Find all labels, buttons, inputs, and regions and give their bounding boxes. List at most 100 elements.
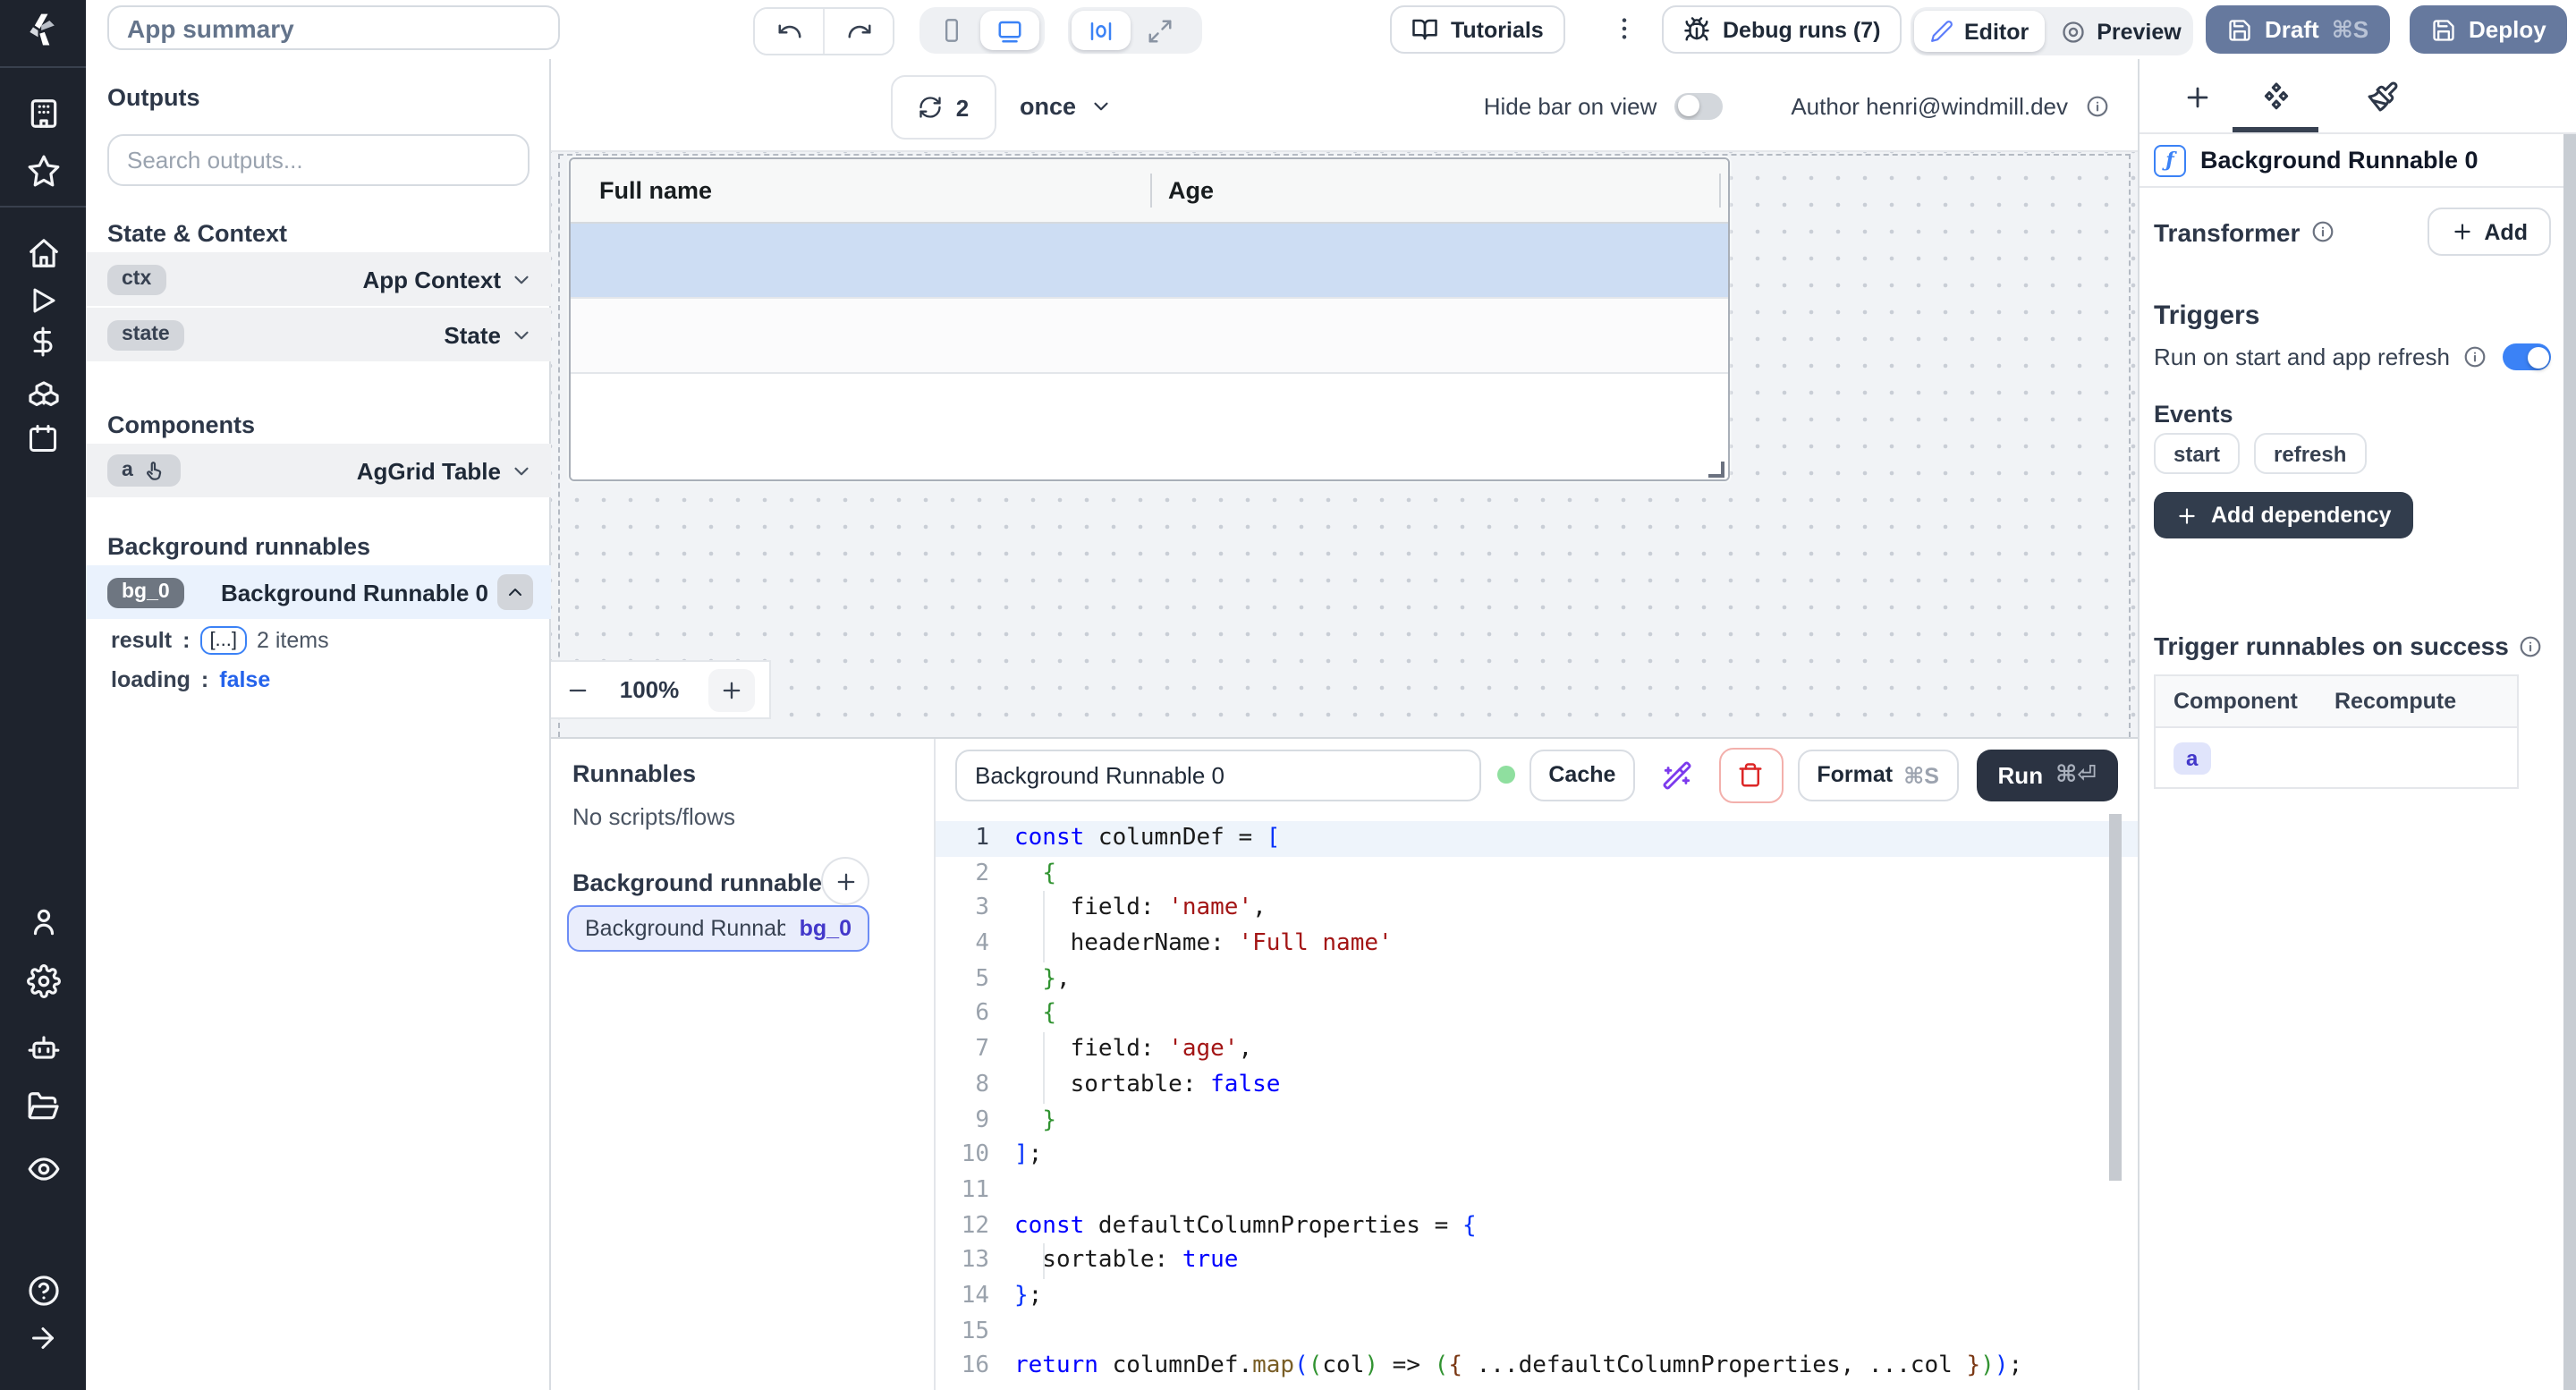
- layout-toggle-group: [1068, 7, 1202, 54]
- undo-button[interactable]: [755, 9, 823, 54]
- windmill-app-editor: Tutorials Debug runs (7) Editor Preview …: [0, 0, 2576, 1390]
- colon: :: [182, 627, 190, 652]
- mobile-view-button[interactable]: [923, 11, 980, 50]
- chevron-down-icon[interactable]: [510, 267, 533, 291]
- frequency-value: once: [1020, 92, 1076, 119]
- editor-tab[interactable]: Editor: [1914, 11, 2045, 52]
- component-a-chip[interactable]: a: [2174, 742, 2210, 774]
- debug-runs-button[interactable]: Debug runs (7): [1662, 5, 1902, 54]
- editor-header: Cache Format ⌘S Run ⌘⏎: [936, 739, 2138, 810]
- result-output-row[interactable]: result : [...] 2 items: [86, 621, 551, 658]
- result-array-chip[interactable]: [...]: [200, 625, 246, 654]
- run-shortcut: ⌘⏎: [2055, 760, 2097, 789]
- event-refresh-chip[interactable]: refresh: [2254, 433, 2366, 474]
- refresh-icon: [919, 95, 944, 120]
- hide-bar-toggle[interactable]: [1674, 92, 1723, 119]
- runnables-panel: Runnables No scripts/flows Background ru…: [551, 739, 936, 1390]
- runs-play-icon[interactable]: [23, 281, 63, 320]
- info-icon[interactable]: [2310, 220, 2334, 243]
- add-dependency-button[interactable]: Add dependency: [2154, 492, 2412, 538]
- bg0-row[interactable]: bg_0 Background Runnable 0: [86, 565, 551, 619]
- workers-robot-icon[interactable]: [23, 1027, 63, 1066]
- column-header-age[interactable]: Age: [1150, 177, 1214, 204]
- ctx-row[interactable]: ctx App Context: [86, 252, 551, 306]
- workspace-building-icon[interactable]: [23, 93, 63, 132]
- loading-key: loading: [111, 666, 191, 691]
- resize-handle[interactable]: [1708, 462, 1724, 478]
- format-button[interactable]: Format ⌘S: [1797, 749, 1959, 801]
- zoom-out-button[interactable]: [565, 677, 590, 702]
- info-icon[interactable]: [2520, 634, 2543, 657]
- draft-button[interactable]: Draft ⌘S: [2206, 5, 2390, 54]
- add-transformer-button[interactable]: Add: [2427, 208, 2551, 256]
- state-row[interactable]: state State: [86, 308, 551, 361]
- ctx-type-label: App Context: [362, 266, 501, 292]
- resources-boxes-icon[interactable]: [23, 372, 63, 411]
- settings-gear-icon[interactable]: [23, 961, 63, 1000]
- runnables-title: Runnables: [572, 760, 696, 787]
- canvas-zoom-bar: 100%: [551, 660, 771, 719]
- fullwidth-layout-button[interactable]: [1131, 11, 1190, 50]
- table-row-selected[interactable]: [571, 224, 1728, 297]
- component-a-row[interactable]: a AgGrid Table: [86, 444, 551, 497]
- preview-disc-icon: [2061, 19, 2086, 44]
- chevron-up-icon: [504, 581, 526, 603]
- collapse-sidebar-arrow-icon[interactable]: [23, 1318, 63, 1358]
- variables-dollar-icon[interactable]: [23, 322, 63, 361]
- runnable-name-input[interactable]: [955, 749, 1481, 801]
- app-canvas[interactable]: Full name Age 100%: [551, 152, 2138, 737]
- column-divider[interactable]: [1150, 174, 1152, 208]
- column-header-full-name[interactable]: Full name: [571, 177, 1150, 204]
- desktop-view-button[interactable]: [980, 11, 1039, 50]
- undo-redo-group: [753, 7, 894, 55]
- collapse-button[interactable]: [497, 574, 533, 610]
- windmill-logo-icon[interactable]: [0, 0, 86, 61]
- schedules-calendar-icon[interactable]: [23, 419, 63, 458]
- background-runnable-item[interactable]: Background Runnabl... bg_0: [567, 905, 869, 952]
- tutorials-button[interactable]: Tutorials: [1390, 5, 1565, 54]
- right-panel-scrollbar[interactable]: [2563, 134, 2576, 1390]
- aggrid-table-component[interactable]: Full name Age: [569, 157, 1730, 481]
- ai-wand-icon[interactable]: [1662, 759, 1692, 790]
- more-menu-button[interactable]: [1610, 14, 1639, 43]
- component-settings-tab[interactable]: [2254, 75, 2297, 118]
- delete-runnable-button[interactable]: [1718, 747, 1784, 802]
- preview-tab[interactable]: Preview: [2045, 11, 2198, 52]
- event-start-chip[interactable]: start: [2154, 433, 2240, 474]
- triggers-title: Triggers: [2154, 301, 2259, 331]
- cache-button[interactable]: Cache: [1529, 749, 1635, 801]
- insert-component-tab[interactable]: [2175, 75, 2218, 118]
- state-type-label: State: [444, 321, 501, 348]
- home-icon[interactable]: [23, 233, 63, 272]
- favorites-star-icon[interactable]: [23, 150, 63, 190]
- run-on-start-toggle[interactable]: [2503, 343, 2551, 370]
- draft-label: Draft: [2265, 16, 2319, 43]
- styling-tab[interactable]: [2361, 75, 2404, 118]
- runnable-header: ƒ Background Runnable 0: [2140, 134, 2576, 188]
- info-icon[interactable]: [2086, 94, 2109, 117]
- component-column-header: Component: [2156, 689, 2334, 714]
- chevron-down-icon[interactable]: [510, 323, 533, 346]
- app-summary-input[interactable]: [107, 5, 560, 50]
- info-icon[interactable]: [2462, 345, 2486, 369]
- zoom-in-button[interactable]: [708, 668, 755, 711]
- save-icon: [2431, 17, 2456, 42]
- code-lines[interactable]: 1const columnDef = [2 {3 field: 'name',4…: [936, 810, 2138, 1390]
- user-icon[interactable]: [23, 902, 63, 941]
- frequency-dropdown[interactable]: once: [1009, 75, 1123, 136]
- deploy-button[interactable]: Deploy: [2410, 5, 2568, 54]
- add-background-runnable-button[interactable]: [821, 857, 869, 905]
- state-badge: state: [107, 319, 184, 350]
- redo-button[interactable]: [823, 9, 893, 54]
- table-row[interactable]: [571, 297, 1728, 372]
- help-icon[interactable]: [23, 1270, 63, 1309]
- center-layout-button[interactable]: [1072, 11, 1131, 50]
- folders-icon[interactable]: [23, 1086, 63, 1125]
- chevron-down-icon[interactable]: [510, 459, 533, 482]
- loading-output-row[interactable]: loading : false: [86, 660, 551, 698]
- search-outputs-input[interactable]: [107, 134, 530, 186]
- run-button[interactable]: Run ⌘⏎: [1977, 749, 2118, 801]
- refresh-count-button[interactable]: 2: [891, 75, 996, 140]
- audit-eye-icon[interactable]: [23, 1148, 63, 1188]
- editor-scrollbar[interactable]: [2109, 814, 2122, 1181]
